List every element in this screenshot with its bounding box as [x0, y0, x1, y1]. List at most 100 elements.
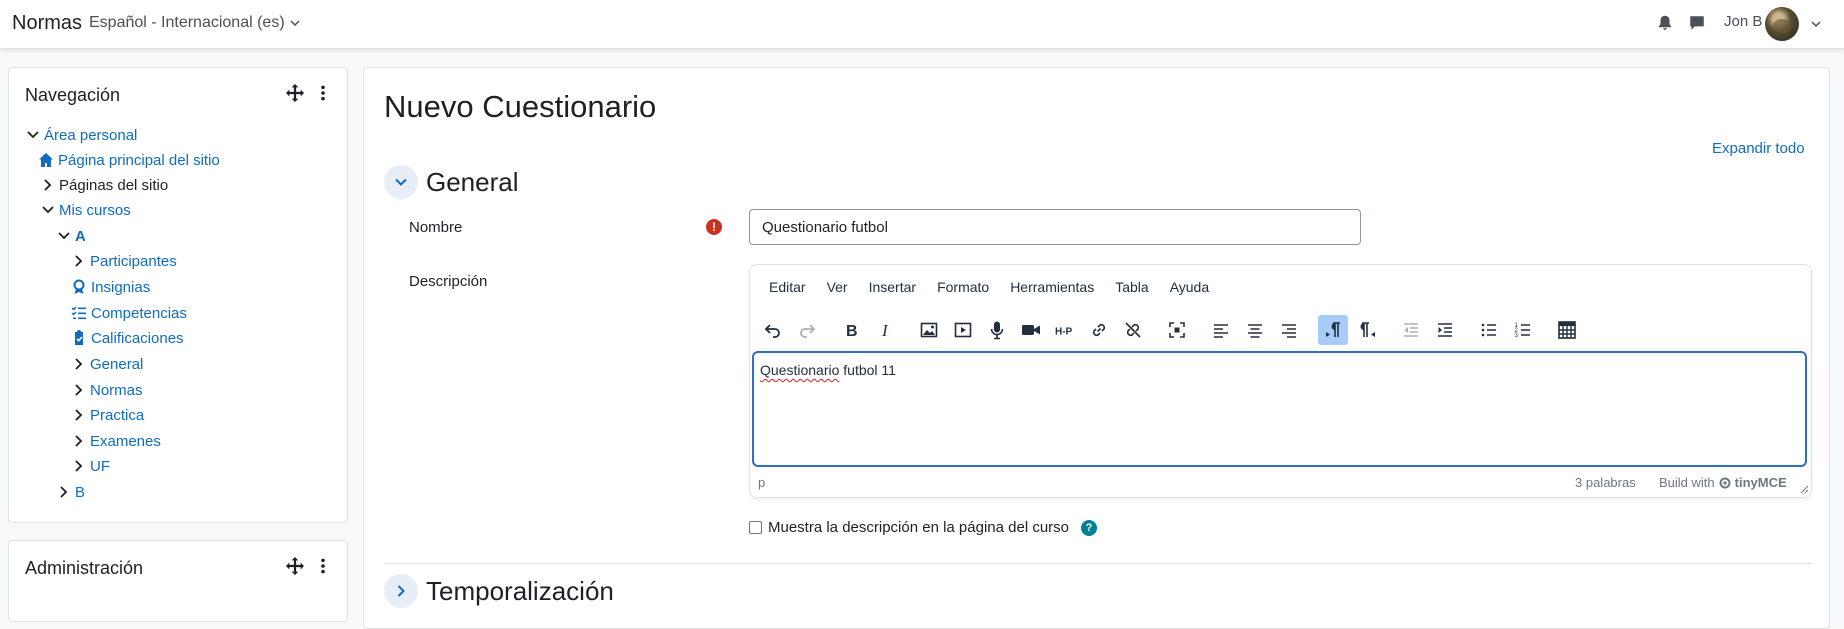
tree-label[interactable]: UF	[90, 458, 110, 475]
help-icon[interactable]: ?	[1081, 519, 1098, 536]
tree-item-mis-cursos[interactable]: Mis cursos	[41, 199, 131, 221]
redo-button[interactable]	[792, 315, 822, 345]
expand-all-link[interactable]: Expandir todo	[1712, 140, 1805, 157]
section-general-header[interactable]: General	[384, 165, 519, 199]
page-title: Nuevo Cuestionario	[384, 89, 657, 124]
chevron-down-icon[interactable]	[41, 203, 55, 217]
element-path[interactable]: p	[758, 475, 765, 490]
tree-item-practica[interactable]: Practica	[72, 404, 144, 426]
tree-label[interactable]: Examenes	[90, 433, 161, 450]
chevron-down-icon[interactable]	[1810, 18, 1822, 30]
kebab-menu-icon[interactable]	[314, 557, 332, 575]
italic-button[interactable]: I	[870, 315, 900, 345]
numbered-list-button[interactable]: 123	[1508, 315, 1538, 345]
move-icon[interactable]	[286, 557, 304, 575]
h5p-button[interactable]: H-P	[1050, 315, 1080, 345]
bell-icon[interactable]	[1656, 14, 1674, 32]
tree-item-pagina-principal[interactable]: Página principal del sitio	[38, 149, 220, 171]
chevron-right-icon[interactable]	[41, 178, 55, 192]
tree-item-course-b[interactable]: B	[57, 481, 85, 503]
tree-item-course-a[interactable]: A	[57, 225, 86, 247]
site-brand[interactable]: Normas	[12, 12, 82, 35]
tree-label[interactable]: Calificaciones	[91, 330, 184, 347]
tinymce-branding[interactable]: Build with tinyMCE	[1659, 475, 1787, 490]
chevron-right-icon	[397, 585, 405, 597]
menu-formato[interactable]: Formato	[926, 279, 999, 295]
align-right-button[interactable]	[1274, 315, 1304, 345]
tree-label[interactable]: Practica	[90, 407, 144, 424]
menu-editar[interactable]: Editar	[758, 279, 816, 295]
tree-item-general[interactable]: General	[72, 353, 143, 375]
fullscreen-button[interactable]	[1162, 315, 1192, 345]
required-icon: !	[706, 219, 722, 235]
record-audio-button[interactable]	[982, 315, 1012, 345]
tree-label[interactable]: Página principal del sitio	[58, 152, 220, 169]
bold-button[interactable]: B	[836, 315, 866, 345]
chevron-right-icon[interactable]	[72, 408, 86, 422]
chevron-down-icon[interactable]	[26, 128, 40, 142]
tree-label[interactable]: Mis cursos	[59, 202, 131, 219]
chevron-right-icon[interactable]	[72, 357, 86, 371]
tree-item-uf[interactable]: UF	[72, 455, 110, 477]
tree-label[interactable]: Normas	[90, 382, 143, 399]
language-menu[interactable]: Español - Internacional (es)	[89, 14, 301, 32]
tree-item-competencias[interactable]: Competencias	[71, 302, 187, 324]
left-to-right-icon	[1326, 322, 1340, 337]
insert-media-button[interactable]	[948, 315, 978, 345]
chevron-right-icon[interactable]	[72, 254, 86, 268]
tree-label[interactable]: Área personal	[44, 127, 137, 144]
tree-item-insignias[interactable]: Insignias	[71, 276, 150, 298]
outdent-button[interactable]	[1396, 315, 1426, 345]
tree-item-participantes[interactable]: Participantes	[72, 250, 177, 272]
menu-ver[interactable]: Ver	[816, 279, 858, 295]
show-description-checkbox[interactable]	[749, 521, 762, 534]
tree-item-area-personal[interactable]: Área personal	[26, 124, 137, 146]
chevron-right-icon[interactable]	[72, 459, 86, 473]
insert-link-button[interactable]	[1084, 315, 1114, 345]
insert-image-button[interactable]	[914, 315, 944, 345]
unlink-button[interactable]	[1118, 315, 1148, 345]
collapse-section-button[interactable]	[384, 165, 418, 199]
bullet-list-button[interactable]	[1474, 315, 1504, 345]
expand-section-button[interactable]	[384, 574, 418, 608]
name-input[interactable]	[749, 209, 1361, 245]
tree-label[interactable]: Insignias	[91, 279, 150, 296]
chevron-right-icon[interactable]	[57, 485, 71, 499]
checklist-icon	[71, 306, 86, 320]
show-description-label[interactable]: Muestra la descripción en la página del …	[768, 519, 1069, 536]
tree-label[interactable]: A	[75, 228, 86, 245]
word-count[interactable]: 3 palabras	[1575, 475, 1636, 490]
editor-content-area[interactable]: Questionario futbol 11	[752, 351, 1807, 467]
record-video-button[interactable]	[1016, 315, 1046, 345]
tree-label[interactable]: Páginas del sitio	[59, 177, 168, 194]
resize-handle-icon[interactable]	[1799, 484, 1809, 494]
menu-tabla[interactable]: Tabla	[1104, 279, 1158, 295]
menu-ayuda[interactable]: Ayuda	[1159, 279, 1219, 295]
menu-herramientas[interactable]: Herramientas	[999, 279, 1104, 295]
tree-label[interactable]: General	[90, 356, 143, 373]
kebab-menu-icon[interactable]	[314, 84, 332, 102]
tree-item-paginas-del-sitio[interactable]: Páginas del sitio	[41, 174, 168, 196]
tree-label[interactable]: Participantes	[90, 253, 177, 270]
chevron-right-icon[interactable]	[72, 434, 86, 448]
tree-item-normas[interactable]: Normas	[72, 379, 143, 401]
undo-button[interactable]	[758, 315, 788, 345]
menu-insertar[interactable]: Insertar	[858, 279, 926, 295]
equation-button[interactable]	[1552, 315, 1582, 345]
chevron-down-icon[interactable]	[57, 229, 71, 243]
move-icon[interactable]	[286, 84, 304, 102]
chevron-right-icon[interactable]	[72, 383, 86, 397]
avatar[interactable]	[1765, 7, 1799, 41]
indent-button[interactable]	[1430, 315, 1460, 345]
rtl-direction-button[interactable]	[1352, 315, 1382, 345]
section-timing-header[interactable]: Temporalización	[384, 574, 614, 608]
align-left-button[interactable]	[1206, 315, 1236, 345]
tree-label[interactable]: Competencias	[91, 305, 187, 322]
tree-item-examenes[interactable]: Examenes	[72, 430, 161, 452]
username[interactable]: Jon B	[1724, 13, 1762, 30]
messages-icon[interactable]	[1688, 14, 1706, 32]
align-center-button[interactable]	[1240, 315, 1270, 345]
ltr-direction-button[interactable]	[1318, 315, 1348, 345]
tree-label[interactable]: B	[75, 484, 85, 501]
tree-item-calificaciones[interactable]: Calificaciones	[71, 327, 184, 349]
